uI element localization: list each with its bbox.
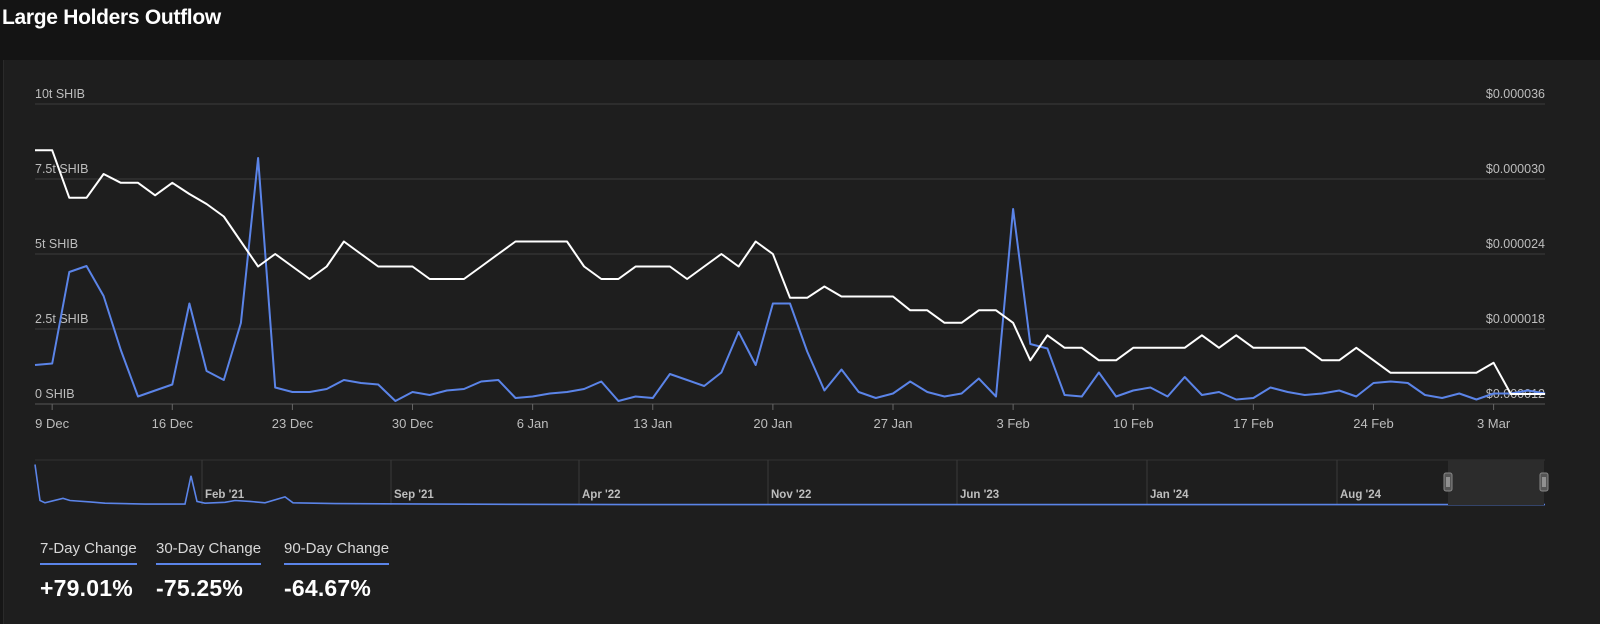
navigator-date-label: Sep '21 [394,489,434,501]
x-axis-tick-label: 20 Jan [753,416,792,431]
outflow-series-line[interactable] [34,157,1546,402]
stat-value: +79.01% [40,575,133,601]
stat-7-day[interactable]: 7-Day Change +79.01% [40,540,137,602]
stat-label: 30-Day Change [156,540,262,565]
navigator-date-label: Jan '24 [1150,489,1189,501]
navigator-date-label: Apr '22 [582,489,621,501]
stat-label: 90-Day Change [284,540,390,565]
left-axis-tick-label: 10t SHIB [35,87,85,101]
x-axis-tick-label: 6 Jan [517,416,549,431]
outflow-chart[interactable]: 0 SHIB2.5t SHIB5t SHIB7.5t SHIB10t SHIB$… [0,0,1600,540]
x-axis-tick-label: 30 Dec [392,416,434,431]
right-axis-tick-label: $0.000030 [1486,162,1545,176]
stats-row: 7-Day Change +79.01% 30-Day Change -75.2… [40,540,460,620]
x-axis-tick-label: 16 Dec [152,416,194,431]
navigator-handle[interactable] [1443,472,1453,492]
x-axis-tick-label: 24 Feb [1353,416,1393,431]
range-navigator[interactable]: Feb '21 Sep '21 Apr '22 Nov '22 Jun '23 Jan '… [34,459,1549,506]
x-axis-tick-label: 23 Dec [272,416,314,431]
left-axis-tick-label: 0 SHIB [35,387,75,401]
right-axis-tick-label: $0.000024 [1486,237,1545,251]
navigator-date-label: Nov '22 [771,489,811,501]
x-axis-tick-label: 3 Feb [996,416,1029,431]
x-axis-tick-label: 27 Jan [873,416,912,431]
navigator-date-label: Jun '23 [960,489,999,501]
navigator-handle[interactable] [1539,472,1549,492]
right-axis-tick-label: $0.000036 [1486,87,1545,101]
stat-value: -64.67% [284,575,372,601]
right-axis-tick-label: $0.000018 [1486,312,1545,326]
navigator-date-label: Feb '21 [205,489,245,501]
x-axis-tick-label: 17 Feb [1233,416,1273,431]
x-axis-tick-label: 9 Dec [35,416,69,431]
left-axis-tick-label: 5t SHIB [35,237,78,251]
stat-value: -75.25% [156,575,244,601]
x-axis-tick-label: 13 Jan [633,416,672,431]
stat-label: 7-Day Change [40,540,137,565]
stat-30-day[interactable]: 30-Day Change -75.25% [156,540,262,602]
x-axis-tick-label: 10 Feb [1113,416,1153,431]
navigator-date-label: Aug '24 [1340,489,1382,501]
price-series-line[interactable] [35,149,1546,395]
x-axis-tick-label: 3 Mar [1477,416,1511,431]
navigator-selection[interactable] [1448,460,1544,505]
stat-90-day[interactable]: 90-Day Change -64.67% [284,540,390,602]
